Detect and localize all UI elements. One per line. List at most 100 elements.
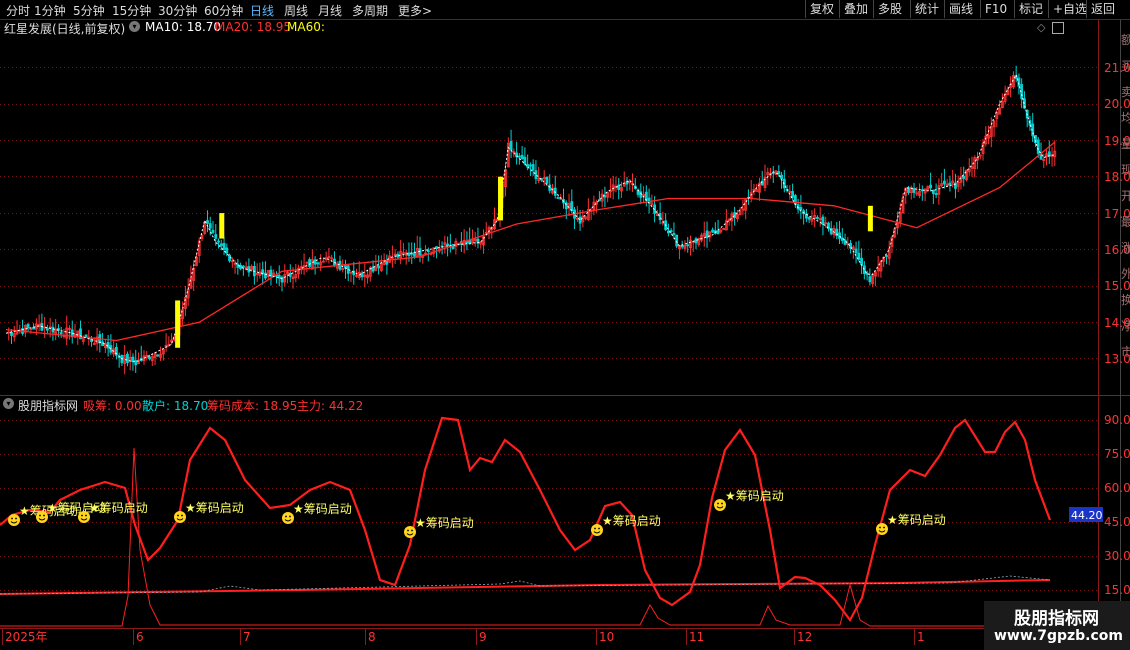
- candle-body: [548, 184, 552, 191]
- candle-body: [280, 276, 284, 283]
- xichou-line: [0, 447, 1050, 627]
- candle-body: [780, 174, 783, 180]
- date-label: 9: [479, 630, 487, 644]
- smiley-eye: [717, 502, 719, 505]
- quote-label: 净: [1121, 319, 1130, 333]
- candle-body: [931, 189, 935, 194]
- candle-body: [413, 252, 416, 257]
- candle-body: [51, 326, 55, 333]
- smiley-eye: [879, 526, 881, 529]
- candle-body: [148, 356, 151, 360]
- signal-marker: ★筹码启动: [591, 514, 661, 536]
- signal-label: ★筹码启动: [293, 502, 352, 516]
- signal-label: ★筹码启动: [725, 489, 784, 503]
- candle-body: [694, 238, 698, 244]
- quote-label: 市: [1121, 344, 1130, 359]
- date-label: 2025年: [5, 630, 48, 644]
- quote-label: 量: [1121, 137, 1130, 151]
- candle-body: [929, 184, 932, 189]
- candle-body: [446, 243, 450, 247]
- price-tick: 20.00: [1104, 97, 1130, 111]
- candle-body: [126, 353, 129, 363]
- candle-body: [228, 254, 231, 262]
- chouma-cost-line: [0, 579, 1051, 595]
- candle-body: [733, 212, 737, 218]
- quote-label: 现: [1121, 163, 1130, 177]
- candle-body: [288, 272, 292, 277]
- smiley-eye: [85, 514, 87, 517]
- candle-body: [617, 184, 621, 190]
- candle-body: [962, 176, 966, 179]
- signal-bar: [498, 176, 504, 221]
- signal-bar: [175, 300, 181, 348]
- watermark: 股朋指标网 www.7gpzb.com: [984, 601, 1130, 650]
- signal-marker: ★筹码启动: [714, 489, 784, 511]
- signal-marker: ★筹码启动: [282, 502, 352, 524]
- smiley-eye: [177, 514, 179, 517]
- candle-body: [816, 216, 819, 219]
- candle-body: [862, 265, 866, 274]
- quote-label: 买: [1121, 59, 1130, 73]
- candle-body: [860, 257, 863, 266]
- signal-label: ★筹码启动: [602, 514, 661, 528]
- smiley-eye: [594, 527, 596, 530]
- candle-body: [26, 323, 30, 328]
- candle-body: [385, 260, 389, 265]
- candle-body: [465, 241, 469, 244]
- candle-body: [686, 244, 690, 247]
- candle-body: [603, 195, 607, 198]
- candle-body: [545, 176, 549, 184]
- signal-label: ★筹码启动: [415, 516, 474, 530]
- candle-body: [705, 230, 709, 239]
- candle-body: [885, 255, 888, 257]
- watermark-url: www.7gpzb.com: [994, 628, 1124, 644]
- candle-body: [435, 246, 438, 249]
- candle-body: [217, 240, 220, 243]
- quote-label: 换: [1121, 293, 1130, 307]
- candle-body: [426, 250, 430, 252]
- candle-body: [520, 154, 524, 160]
- candle-body: [843, 239, 847, 245]
- candle-body: [10, 331, 13, 336]
- candle-body: [509, 140, 513, 151]
- candle-body: [529, 164, 532, 167]
- candle-body: [206, 220, 209, 224]
- date-axis: 2025年 6 7 8 9 10 11 12 1: [2, 629, 925, 645]
- indicator-tick: 45.00: [1104, 515, 1130, 529]
- price-chart[interactable]: 21.00 20.00 19.00 18.00 17.00 16.00 15.0…: [0, 0, 1130, 650]
- signal-label: ★筹码启动: [185, 501, 244, 515]
- candle-body: [277, 274, 281, 279]
- watermark-title: 股朋指标网: [1014, 609, 1099, 629]
- candle-body: [156, 354, 160, 357]
- smiley-eye: [285, 515, 287, 518]
- signal-label: ★筹码启动: [89, 501, 148, 515]
- candle-body: [838, 232, 841, 239]
- candle-body: [1036, 139, 1040, 154]
- candle-body: [868, 276, 872, 283]
- candle-body: [247, 266, 251, 273]
- smiley-eye: [39, 514, 41, 517]
- candle-body: [943, 180, 946, 185]
- candle-body: [106, 341, 110, 349]
- candle-body: [211, 229, 215, 233]
- candle-body: [407, 252, 411, 257]
- candle-body: [219, 243, 223, 247]
- candle-body: [377, 265, 381, 269]
- indicator-tick: 30.00: [1104, 549, 1130, 563]
- date-label: 12: [797, 630, 812, 644]
- smiley-eye: [883, 526, 885, 529]
- candle-body: [672, 232, 676, 235]
- candle-body: [208, 223, 212, 229]
- signal-marker: ★筹码启动: [404, 516, 474, 538]
- date-label: 11: [689, 630, 704, 644]
- candle-body: [556, 197, 560, 199]
- candle-body: [534, 170, 538, 179]
- candle-body: [934, 193, 938, 195]
- candle-body: [360, 272, 364, 278]
- smiley-eye: [407, 529, 409, 532]
- candle-body: [134, 360, 138, 366]
- candle-body: [948, 182, 952, 186]
- date-label: 8: [368, 630, 376, 644]
- candle-body: [308, 259, 312, 267]
- quote-label: 最: [1121, 215, 1130, 229]
